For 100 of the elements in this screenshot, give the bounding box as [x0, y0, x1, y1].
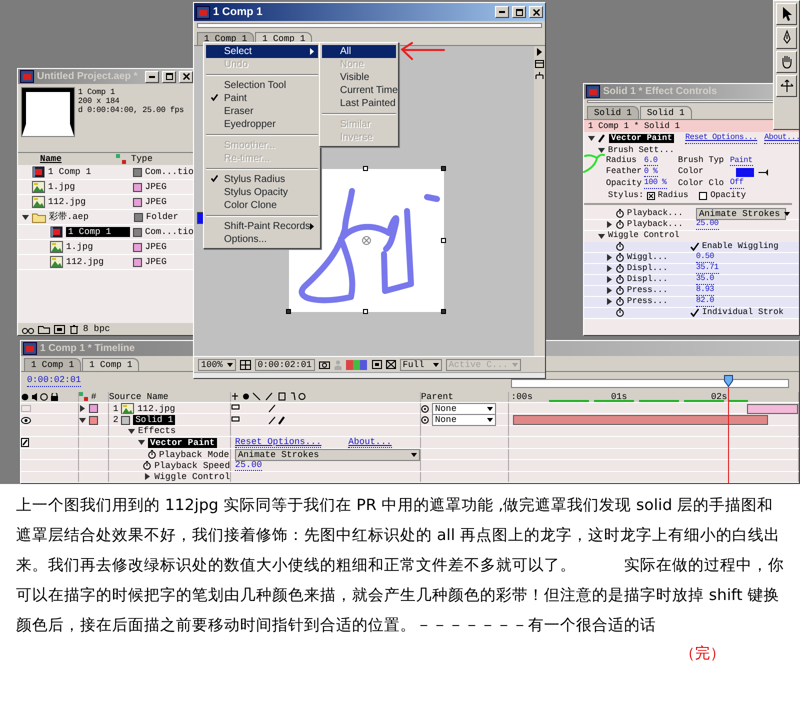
parameter-value[interactable]: 25.00 — [696, 219, 719, 230]
menu-item[interactable]: Select — [206, 45, 318, 58]
twirl-icon[interactable] — [79, 416, 86, 424]
work-area-bar[interactable] — [511, 379, 789, 388]
parameter-value[interactable]: 0.50 — [696, 252, 714, 263]
about-link[interactable]: About... — [348, 437, 392, 448]
twirl-icon[interactable] — [598, 147, 605, 154]
minimize-button[interactable] — [495, 6, 509, 18]
tab[interactable]: Solid 1 — [587, 106, 639, 119]
menu-item[interactable]: Stylus Opacity — [206, 186, 318, 199]
item-name[interactable]: 1 Comp 1 — [48, 166, 130, 178]
parameter-value[interactable]: 8.93 — [696, 285, 714, 296]
zoom-dropdown[interactable]: 100% — [198, 358, 236, 370]
twirl-icon[interactable] — [138, 439, 145, 446]
tool-button[interactable] — [776, 27, 797, 49]
group-label[interactable]: Wiggle Control — [608, 231, 680, 241]
layer-duration-bar[interactable] — [747, 404, 798, 414]
column-header[interactable]: Type — [131, 154, 153, 164]
close-button[interactable] — [179, 70, 193, 82]
about-link[interactable]: About... — [764, 133, 799, 144]
parent-dropdown[interactable]: None — [432, 402, 496, 415]
checkbox[interactable] — [690, 308, 699, 318]
item-name[interactable]: 112.jpg — [66, 256, 130, 268]
parameter-label: Opacity — [606, 178, 643, 188]
menu-item[interactable]: Visible — [322, 71, 396, 84]
item-name[interactable]: 彩带.aep — [49, 212, 131, 222]
bit-depth-button[interactable]: 8 bpc — [83, 324, 110, 334]
item-name[interactable]: 112.jpg — [48, 196, 130, 208]
anchor-point-icon — [362, 236, 370, 245]
dropdown[interactable]: Animate Strokes — [235, 448, 420, 461]
selection-handle[interactable] — [440, 166, 446, 171]
selection-handle[interactable] — [440, 309, 446, 314]
property-name[interactable]: Vector Paint — [148, 438, 217, 448]
tab[interactable]: 1 Comp 1 — [82, 358, 140, 371]
selection-handle[interactable] — [440, 238, 446, 242]
tool-button[interactable] — [776, 51, 797, 73]
item-name[interactable]: 1 Comp 1 — [66, 226, 130, 238]
reset-link[interactable]: Reset Options... — [685, 133, 758, 144]
twirl-icon[interactable] — [606, 221, 613, 228]
tab[interactable]: Solid 1 — [640, 106, 692, 119]
resolution-dropdown[interactable]: Full — [400, 358, 442, 370]
tab[interactable]: 1 Comp 1 — [24, 358, 82, 371]
checkbox[interactable] — [699, 192, 708, 200]
checkbox[interactable] — [690, 242, 699, 252]
maximize-button[interactable] — [512, 6, 526, 18]
selection-handle[interactable] — [363, 309, 368, 314]
menu-item[interactable]: Color Clone — [206, 199, 318, 212]
checkbox[interactable] — [646, 192, 655, 200]
menu-item[interactable]: Selection Tool — [206, 79, 318, 92]
menu-item[interactable]: Eraser — [206, 105, 318, 118]
parameter-value[interactable]: 82.0 — [696, 296, 714, 307]
parameter-value[interactable]: 0 % — [644, 167, 658, 178]
layer-duration-bar[interactable] — [513, 415, 768, 426]
parent-dropdown[interactable]: None — [432, 414, 496, 426]
twirl-icon[interactable] — [79, 405, 86, 412]
menu-item[interactable]: Eyedropper — [206, 118, 318, 131]
twirl-icon[interactable] — [128, 428, 135, 435]
selection-handle[interactable] — [286, 309, 290, 314]
column-header[interactable]: # — [91, 392, 96, 402]
twirl-icon[interactable] — [598, 232, 605, 240]
column-header[interactable]: Parent — [421, 392, 454, 402]
property-name[interactable]: Effects — [138, 426, 176, 436]
column-header[interactable]: Name — [40, 154, 116, 164]
layer-name[interactable]: 112.jpg — [137, 404, 176, 414]
time-display[interactable]: 0:00:02:01 — [254, 358, 315, 370]
grid-icon — [240, 360, 251, 370]
selection-handle[interactable] — [363, 166, 368, 171]
eye-icon[interactable] — [21, 416, 31, 424]
item-name[interactable]: 1.jpg — [66, 242, 130, 252]
twirl-icon[interactable] — [22, 214, 29, 220]
column-header[interactable]: Source Name — [109, 392, 168, 402]
layer-name[interactable]: Solid 1 — [133, 415, 176, 426]
reset-link[interactable]: Reset Options... — [235, 437, 322, 448]
maximize-button[interactable] — [162, 70, 176, 82]
menu-item[interactable]: All — [322, 45, 396, 58]
item-name[interactable]: 1.jpg — [48, 182, 130, 192]
parameter-value[interactable]: Off — [730, 178, 744, 189]
parameter-value[interactable]: 100 % — [644, 178, 667, 189]
minimize-button[interactable] — [145, 70, 159, 82]
property-value[interactable]: 25.00 — [235, 460, 262, 472]
tool-button[interactable] — [776, 75, 797, 97]
menu-item[interactable]: Last Painted — [322, 97, 396, 110]
close-button[interactable] — [529, 6, 543, 18]
parameter-value[interactable]: 35.71 — [696, 263, 719, 274]
parameter-value[interactable]: Paint — [730, 156, 753, 166]
current-time-display[interactable]: 0:00:02:01 — [27, 375, 82, 387]
horizontal-scrollbar[interactable] — [194, 372, 545, 378]
group-label[interactable]: Brush Sett... — [608, 146, 674, 156]
property-name[interactable]: Wiggle Control — [154, 472, 230, 482]
menu-item[interactable]: Shift-Paint Records — [206, 220, 318, 233]
menu-item[interactable]: Options... — [206, 233, 318, 246]
menu-item[interactable]: Paint — [206, 92, 318, 105]
tool-button[interactable] — [776, 3, 797, 25]
parameter-value[interactable]: 35.0 — [696, 274, 714, 285]
color-swatch[interactable] — [736, 168, 754, 177]
parameter-value[interactable]: 6.0 — [644, 156, 658, 166]
menu-item[interactable]: Current Time — [322, 84, 396, 97]
parameter-label: Color — [678, 167, 705, 178]
menu-item[interactable]: Stylus Radius — [206, 173, 318, 186]
twirl-icon[interactable] — [588, 135, 595, 142]
